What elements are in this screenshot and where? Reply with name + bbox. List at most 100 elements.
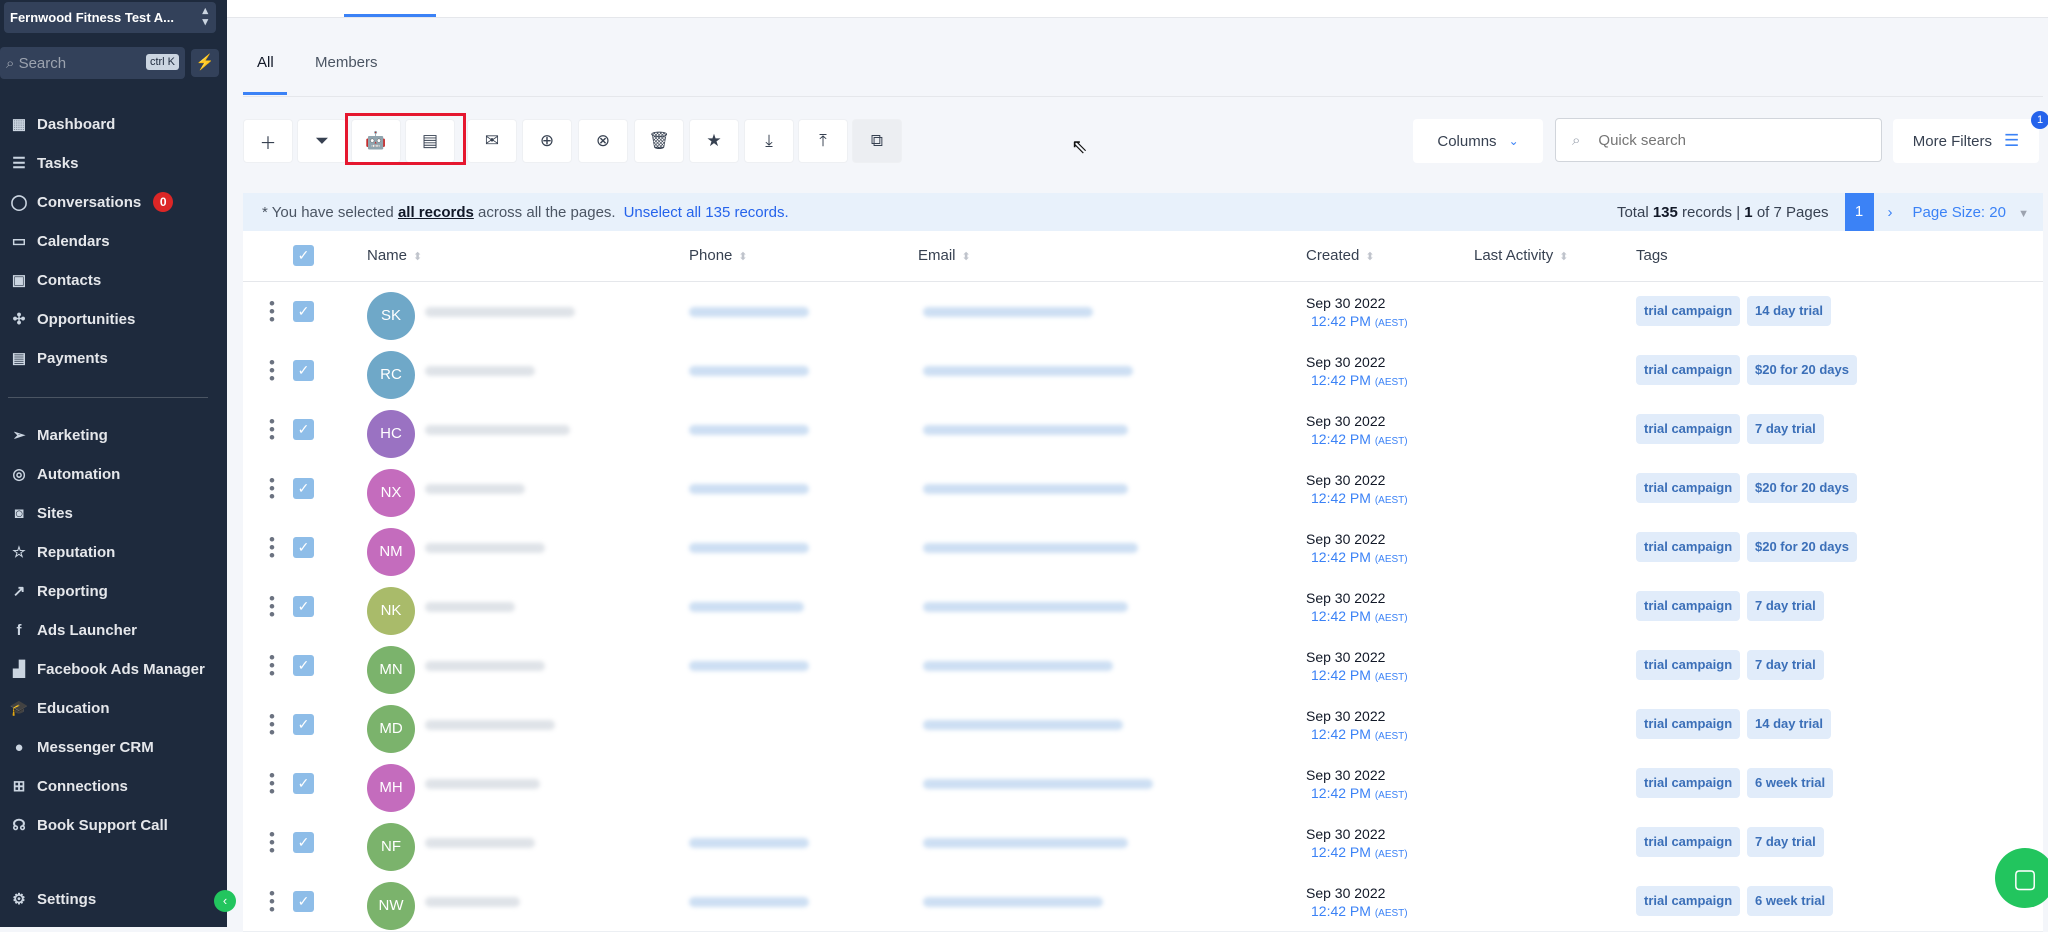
page-1-button[interactable]: 1 [1844,193,1874,231]
tag-badge[interactable]: trial campaign [1636,414,1741,444]
phone-redacted[interactable] [689,307,809,317]
sidebar-item-ads-launcher[interactable]: f Ads Launcher [0,611,227,649]
tag-badge[interactable]: 7 day trial [1747,591,1824,621]
phone-redacted[interactable] [689,425,809,435]
sidebar-item-conversations[interactable]: ◯ Conversations 0 [0,183,227,221]
chat-widget-icon[interactable]: ▢ [1995,848,2048,908]
email-redacted[interactable] [923,838,1128,848]
column-header-last-activity[interactable]: Last Activity ⬍ [1474,247,1568,264]
send-email-button[interactable]: ✉ [467,119,517,163]
row-menu-icon[interactable]: • • • [269,413,275,446]
name-redacted[interactable] [425,484,525,494]
column-header-email[interactable]: Email ⬍ [918,247,971,264]
sidebar-item-calendars[interactable]: ▭ Calendars [0,222,227,260]
sidebar-item-reputation[interactable]: ☆ Reputation [0,533,227,571]
sidebar-item-facebook-ads-manager[interactable]: ▟ Facebook Ads Manager [0,650,227,688]
tag-badge[interactable]: trial campaign [1636,709,1741,739]
tag-badge[interactable]: trial campaign [1636,532,1741,562]
quick-search-input[interactable] [1596,130,1861,150]
name-redacted[interactable] [425,838,535,848]
sidebar-item-messenger-crm[interactable]: ● Messenger CRM [0,728,227,766]
phone-redacted[interactable] [689,897,809,907]
row-checkbox[interactable]: ✓ [293,478,314,499]
email-redacted[interactable] [923,602,1128,612]
table-row[interactable]: • • • ✓ MN Sep 30 2022 12:42 PM (AEST) trial ca… [243,636,2043,696]
phone-redacted[interactable] [689,838,809,848]
phone-redacted[interactable] [689,543,809,553]
table-row[interactable]: • • • ✓ NK Sep 30 2022 12:42 PM (AEST) trial ca… [243,577,2043,637]
quick-action-bolt-icon[interactable]: ⚡ [191,49,219,77]
tag-badge[interactable]: 14 day trial [1747,709,1831,739]
name-redacted[interactable] [425,366,535,376]
favorite-button[interactable]: ★ [689,119,739,163]
row-checkbox[interactable]: ✓ [293,596,314,617]
phone-redacted[interactable] [689,366,809,376]
row-checkbox[interactable]: ✓ [293,360,314,381]
row-checkbox[interactable]: ✓ [293,891,314,912]
table-row[interactable]: • • • ✓ MH Sep 30 2022 12:42 PM (AEST) trial ca… [243,754,2043,814]
row-checkbox[interactable]: ✓ [293,714,314,735]
add-tag-button[interactable]: ⊕ [522,119,572,163]
merge-button[interactable]: ⧉ [852,119,902,163]
add-contact-button[interactable]: ＋ [243,119,293,163]
table-row[interactable]: • • • ✓ NW Sep 30 2022 12:42 PM (AEST) trial ca… [243,872,2043,932]
name-redacted[interactable] [425,720,555,730]
next-page-icon[interactable]: › [1888,204,1893,221]
name-redacted[interactable] [425,307,575,317]
name-redacted[interactable] [425,661,545,671]
tag-badge[interactable]: 7 day trial [1747,414,1824,444]
sidebar-item-marketing[interactable]: ➢ Marketing [0,416,227,454]
sidebar-item-payments[interactable]: ▤ Payments [0,339,227,377]
email-redacted[interactable] [923,543,1138,553]
phone-redacted[interactable] [689,661,809,671]
tag-badge[interactable]: 6 week trial [1747,886,1834,916]
email-redacted[interactable] [923,897,1103,907]
sidebar-item-contacts[interactable]: ▣ Contacts [0,261,227,299]
email-redacted[interactable] [923,307,1093,317]
sidebar-item-dashboard[interactable]: ▦ Dashboard [0,105,227,143]
table-row[interactable]: • • • ✓ NF Sep 30 2022 12:42 PM (AEST) trial ca… [243,813,2043,873]
name-redacted[interactable] [425,425,570,435]
sidebar-item-reporting[interactable]: ↗ Reporting [0,572,227,610]
collapse-sidebar-button[interactable]: ‹ [214,890,236,912]
columns-button[interactable]: Columns ⌄ [1413,119,1543,163]
select-all-checkbox[interactable]: ✓ [293,245,314,266]
row-menu-icon[interactable]: • • • [269,649,275,682]
import-button[interactable]: ⤒ [798,119,848,163]
row-menu-icon[interactable]: • • • [269,354,275,387]
row-menu-icon[interactable]: • • • [269,767,275,800]
more-filters-button[interactable]: More Filters ☰ [1893,119,2039,163]
tag-badge[interactable]: $20 for 20 days [1747,355,1857,385]
table-row[interactable]: • • • ✓ NX Sep 30 2022 12:42 PM (AEST) trial ca… [243,459,2043,519]
sidebar-item-tasks[interactable]: ☰ Tasks [0,144,227,182]
tag-badge[interactable]: trial campaign [1636,473,1741,503]
sidebar-item-opportunities[interactable]: ✣ Opportunities [0,300,227,338]
table-row[interactable]: • • • ✓ MD Sep 30 2022 12:42 PM (AEST) trial ca… [243,695,2043,755]
row-checkbox[interactable]: ✓ [293,773,314,794]
email-redacted[interactable] [923,484,1128,494]
sidebar-search[interactable]: ⌕ Search ctrl K [0,47,185,79]
sidebar-item-settings[interactable]: ⚙ Settings [0,880,227,918]
sidebar-item-sites[interactable]: ◙ Sites [0,494,227,532]
unselect-all-link[interactable]: Unselect all 135 records. [624,204,789,221]
name-redacted[interactable] [425,779,540,789]
phone-redacted[interactable] [689,602,804,612]
tag-badge[interactable]: 14 day trial [1747,296,1831,326]
row-menu-icon[interactable]: • • • [269,708,275,741]
delete-button[interactable]: 🗑 [634,119,684,163]
row-checkbox[interactable]: ✓ [293,419,314,440]
tag-badge[interactable]: $20 for 20 days [1747,532,1857,562]
table-row[interactable]: • • • ✓ HC Sep 30 2022 12:42 PM (AEST) trial ca… [243,400,2043,460]
name-redacted[interactable] [425,602,515,612]
row-menu-icon[interactable]: • • • [269,590,275,623]
email-redacted[interactable] [923,779,1153,789]
row-checkbox[interactable]: ✓ [293,301,314,322]
sidebar-item-education[interactable]: 🎓 Education [0,689,227,727]
table-row[interactable]: • • • ✓ NM Sep 30 2022 12:42 PM (AEST) trial ca… [243,518,2043,578]
tab-members[interactable]: Members [315,54,378,71]
column-header-created[interactable]: Created ⬍ [1306,247,1375,264]
row-menu-icon[interactable]: • • • [269,885,275,918]
sidebar-item-connections[interactable]: ⊞ Connections [0,767,227,805]
row-checkbox[interactable]: ✓ [293,832,314,853]
remove-tag-button[interactable]: ⊗ [578,119,628,163]
